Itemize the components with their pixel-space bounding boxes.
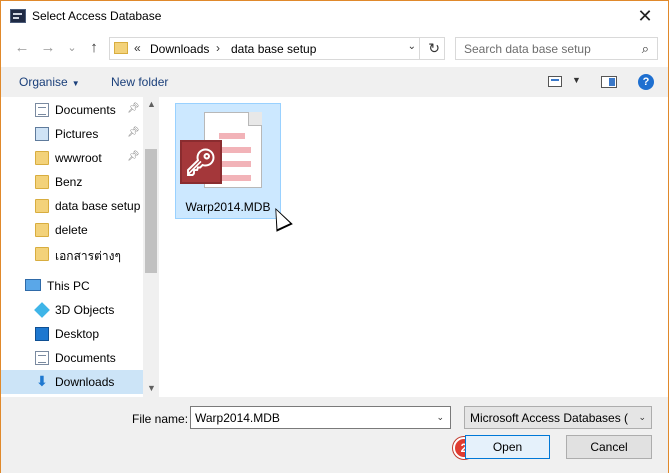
sidebar-item-delete[interactable]: delete — [1, 218, 143, 242]
file-dialog-window: Select Access Database ✕ ← → ⌄ ↑ « Downl… — [0, 0, 669, 473]
sidebar-item-3d-objects[interactable]: 3D Objects — [1, 298, 143, 322]
refresh-button[interactable]: ↻ — [428, 40, 440, 57]
scrollbar-thumb[interactable] — [145, 149, 157, 273]
breadcrumb-separator-icon: › — [216, 41, 220, 55]
sidebar-item-label: Pictures — [55, 127, 99, 141]
sidebar-item-this-pc[interactable]: This PC — [1, 274, 143, 298]
document-icon — [35, 351, 49, 365]
folder-icon — [35, 223, 49, 237]
sidebar-item-label: Documents — [55, 103, 116, 117]
pin-icon: 📌︎ — [127, 103, 140, 114]
pictures-icon — [35, 127, 49, 141]
address-bar[interactable]: « Downloads › data base setup ⌄ ↻ — [109, 37, 445, 60]
pc-icon — [25, 279, 41, 291]
breadcrumb-downloads[interactable]: Downloads — [150, 42, 209, 56]
desktop-icon — [35, 327, 49, 341]
window-title: Select Access Database — [32, 9, 162, 23]
file-name-label: Warp2014.MDB — [185, 200, 271, 214]
organise-menu[interactable]: Organise ▼ — [19, 75, 80, 89]
sidebar-item-label: This PC — [47, 279, 90, 293]
sidebar-item-thai-documents[interactable]: เอกสารต่างๆ — [1, 242, 143, 266]
address-divider — [419, 38, 420, 59]
sidebar-item-label: 3D Objects — [55, 303, 115, 317]
new-folder-button[interactable]: New folder — [111, 75, 168, 89]
sidebar-item-label: data base setup — [55, 199, 141, 213]
sidebar-item-label: Benz — [55, 175, 83, 189]
file-name-field-label: File name: — [132, 412, 189, 426]
sidebar-item-benz[interactable]: Benz — [1, 170, 143, 194]
search-icon[interactable]: ⌕ — [642, 41, 649, 57]
scroll-down-icon[interactable]: ▼ — [147, 383, 156, 393]
sidebar-item-data-base-setup[interactable]: data base setup — [1, 194, 143, 218]
cube-icon — [34, 302, 50, 318]
recent-locations-button[interactable]: ⌄ — [63, 39, 81, 57]
open-button[interactable]: Open — [465, 435, 550, 459]
back-button[interactable]: ← — [13, 39, 31, 57]
sidebar-scrollbar[interactable]: ▲ ▼ — [143, 97, 159, 397]
pin-icon: 📌︎ — [127, 151, 140, 162]
navigation-pane: Documents 📌︎ Pictures 📌︎ wwwroot 📌︎ Benz… — [1, 97, 159, 397]
chevron-down-icon: ▼ — [71, 79, 80, 88]
search-box[interactable]: Search data base setup ⌕ — [455, 37, 658, 60]
sidebar-item-desktop[interactable]: Desktop — [1, 322, 143, 346]
forward-button[interactable]: → — [39, 39, 57, 57]
download-icon: ⬇ — [36, 373, 48, 389]
file-name-value[interactable]: Warp2014.MDB — [195, 411, 280, 425]
sidebar-item-label: delete — [55, 223, 88, 237]
document-icon — [35, 103, 49, 117]
sidebar-item-downloads[interactable]: ⬇ Downloads — [1, 370, 143, 394]
access-database-icon: 🔑︎ — [180, 140, 222, 184]
view-options-dropdown-icon[interactable]: ▼ — [572, 75, 581, 85]
sidebar-item-wwwroot[interactable]: wwwroot 📌︎ — [1, 146, 143, 170]
breadcrumb-data-base-setup[interactable]: data base setup — [231, 42, 316, 56]
file-name-field[interactable]: Warp2014.MDB ⌄ — [190, 406, 451, 429]
pin-icon: 📌︎ — [127, 127, 140, 138]
sidebar-item-documents[interactable]: Documents — [1, 346, 143, 370]
sidebar-item-label: Desktop — [55, 327, 100, 341]
close-button[interactable]: ✕ — [634, 5, 656, 27]
organise-label: Organise — [19, 75, 68, 89]
folder-icon — [35, 175, 49, 189]
file-type-select[interactable]: Microsoft Access Databases (*.mdb) ⌄ — [464, 406, 652, 429]
chevron-down-icon[interactable]: ⌄ — [436, 412, 444, 423]
chevron-down-icon[interactable]: ⌄ — [638, 412, 646, 423]
change-view-icon[interactable] — [548, 76, 562, 87]
preview-pane-icon[interactable] — [601, 76, 617, 88]
breadcrumb-overflow[interactable]: « — [134, 41, 141, 55]
sidebar-item-documents-pinned[interactable]: Documents 📌︎ — [1, 98, 143, 122]
sidebar-item-label: Documents — [55, 351, 116, 365]
sidebar-item-label: Downloads — [55, 375, 115, 389]
folder-icon — [114, 42, 128, 54]
command-toolbar: Organise ▼ New folder ▼ ? — [1, 67, 668, 97]
scroll-up-icon[interactable]: ▲ — [147, 99, 156, 109]
sidebar-item-label: เอกสารต่างๆ — [55, 249, 121, 263]
app-icon — [10, 9, 26, 23]
up-button[interactable]: ↑ — [85, 39, 103, 57]
address-dropdown-icon[interactable]: ⌄ — [408, 41, 416, 52]
file-list: 🔑︎ Warp2014.MDB — [161, 97, 668, 397]
cancel-button[interactable]: Cancel — [566, 435, 652, 459]
sidebar-item-pictures[interactable]: Pictures 📌︎ — [1, 122, 143, 146]
dialog-footer: File name: Warp2014.MDB ⌄ Microsoft Acce… — [1, 397, 668, 473]
search-input[interactable]: Search data base setup — [464, 42, 591, 56]
folder-icon — [35, 247, 49, 261]
navigation-bar: ← → ⌄ ↑ « Downloads › data base setup ⌄ … — [1, 35, 668, 63]
file-item[interactable]: 🔑︎ Warp2014.MDB — [175, 103, 281, 219]
sidebar-item-label: wwwroot — [55, 151, 102, 165]
folder-icon — [35, 151, 49, 165]
title-bar: Select Access Database ✕ — [1, 1, 668, 31]
folder-icon — [35, 199, 49, 213]
file-type-value[interactable]: Microsoft Access Databases (*.mdb) — [470, 411, 628, 425]
help-icon[interactable]: ? — [638, 74, 654, 90]
